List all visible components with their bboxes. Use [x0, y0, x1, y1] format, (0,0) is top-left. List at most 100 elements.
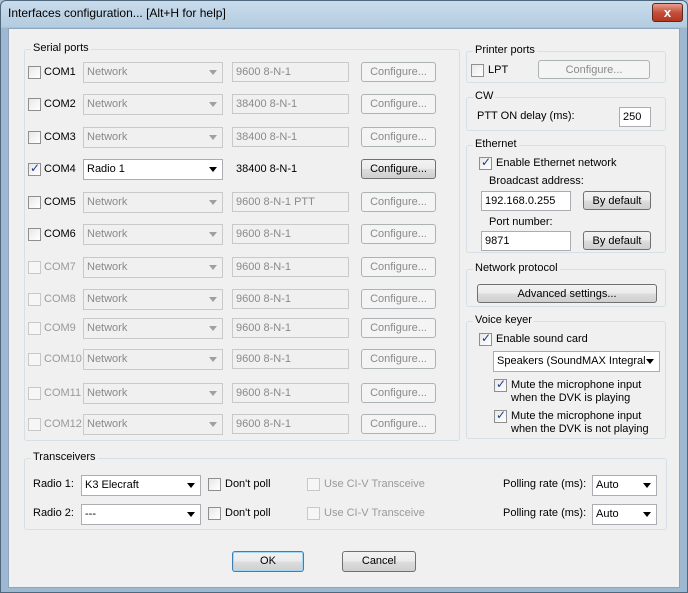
- com-port-checkbox[interactable]: [28, 131, 41, 144]
- radio-model-select[interactable]: ---: [81, 504, 201, 525]
- com-port-checkbox[interactable]: [28, 293, 41, 306]
- com-port-checkbox[interactable]: [28, 418, 41, 431]
- cancel-button[interactable]: Cancel: [342, 551, 416, 572]
- com-port-checkbox[interactable]: [28, 322, 41, 335]
- port-number-input[interactable]: 9871: [481, 231, 571, 251]
- ci-v-transceive-label: Use CI-V Transceive: [324, 507, 425, 519]
- port-number-label: Port number:: [489, 216, 553, 228]
- com-port-device-select[interactable]: Network: [83, 224, 223, 245]
- com-port-settings: 9600 8-N-1 PTT: [232, 192, 349, 212]
- com-port-checkbox[interactable]: [28, 261, 41, 274]
- com-port-device-select[interactable]: Network: [83, 289, 223, 310]
- polling-rate-label: Polling rate (ms):: [503, 507, 587, 519]
- chevron-down-icon: [209, 70, 217, 75]
- com-port-label: COM8: [44, 293, 76, 305]
- com-port-configure-button[interactable]: Configure...: [361, 224, 436, 244]
- polling-rate-select[interactable]: Auto: [592, 475, 657, 496]
- com-port-configure-button[interactable]: Configure...: [361, 289, 436, 309]
- com-port-label: COM9: [44, 322, 76, 334]
- com-port-device-select[interactable]: Network: [83, 127, 223, 148]
- sound-device-select[interactable]: Speakers (SoundMAX Integral: [493, 351, 660, 372]
- com-port-configure-button[interactable]: Configure...: [361, 414, 436, 434]
- com-port-device-select[interactable]: Network: [83, 192, 223, 213]
- radio-label: Radio 2:: [33, 507, 74, 519]
- ci-v-transceive-checkbox[interactable]: [307, 478, 320, 491]
- serial-ports-group: Serial ports COM1 Network 9600 8-N-1 Config…: [24, 42, 460, 441]
- close-button[interactable]: x: [652, 3, 683, 22]
- com-port-checkbox[interactable]: [28, 66, 41, 79]
- mute-playing-checkbox[interactable]: [494, 377, 507, 392]
- advanced-settings-button[interactable]: Advanced settings...: [477, 284, 657, 303]
- com-port-label: COM1: [44, 66, 76, 78]
- com-port-label: COM4: [44, 163, 76, 175]
- polling-rate-select[interactable]: Auto: [592, 504, 657, 525]
- radio-model-value: K3 Elecraft: [85, 479, 139, 491]
- com-port-device-select[interactable]: Network: [83, 257, 223, 278]
- broadcast-address-input[interactable]: 192.168.0.255: [481, 191, 571, 211]
- broadcast-default-button[interactable]: By default: [583, 191, 651, 210]
- mute-playing-label-line1: Mute the microphone input: [511, 379, 642, 391]
- com-port-checkbox[interactable]: [28, 353, 41, 366]
- mute-not-playing-label-line1: Mute the microphone input: [511, 410, 642, 422]
- cw-group: CW PTT ON delay (ms): 250: [466, 90, 666, 131]
- com-port-configure-button[interactable]: Configure...: [361, 127, 436, 147]
- com-port-device-select[interactable]: Network: [83, 62, 223, 83]
- com-port-device-select[interactable]: Network: [83, 383, 223, 404]
- com-port-configure-button[interactable]: Configure...: [361, 318, 436, 338]
- com-port-settings: 9600 8-N-1: [232, 349, 349, 369]
- com-port-device-select[interactable]: Network: [83, 94, 223, 115]
- com-port-configure-button[interactable]: Configure...: [361, 383, 436, 403]
- com-port-label: COM10: [44, 353, 82, 365]
- enable-ethernet-checkbox[interactable]: [479, 155, 492, 170]
- ethernet-title: Ethernet: [473, 138, 519, 150]
- com-port-device-value: Network: [87, 293, 128, 305]
- com-port-configure-button[interactable]: Configure...: [361, 257, 436, 277]
- mute-playing-label-line2: when the DVK is playing: [511, 392, 631, 404]
- com-port-settings: 38400 8-N-1: [236, 163, 298, 175]
- lpt-checkbox[interactable]: [471, 64, 484, 77]
- ptt-delay-input[interactable]: 250: [619, 107, 651, 127]
- port-default-button[interactable]: By default: [583, 231, 651, 250]
- chevron-down-icon: [209, 297, 217, 302]
- ok-button[interactable]: OK: [232, 551, 304, 572]
- chevron-down-icon: [209, 265, 217, 270]
- chevron-down-icon: [643, 512, 651, 517]
- com-port-device-select[interactable]: Network: [83, 318, 223, 339]
- voice-keyer-title: Voice keyer: [473, 314, 534, 326]
- printer-ports-group: Printer ports LPT Configure...: [466, 44, 666, 83]
- chevron-down-icon: [209, 232, 217, 237]
- dont-poll-checkbox[interactable]: [208, 507, 221, 520]
- network-protocol-title: Network protocol: [473, 262, 560, 274]
- mute-not-playing-checkbox[interactable]: [494, 408, 507, 423]
- com-port-checkbox[interactable]: [28, 228, 41, 241]
- com-port-device-value: Network: [87, 418, 128, 430]
- ci-v-transceive-checkbox[interactable]: [307, 507, 320, 520]
- com-port-checkbox[interactable]: [28, 196, 41, 209]
- title-bar[interactable]: Interfaces configuration... [Alt+H for h…: [1, 1, 687, 27]
- com-port-device-select[interactable]: Radio 1: [83, 159, 223, 180]
- com-port-configure-button[interactable]: Configure...: [361, 62, 436, 82]
- com-port-checkbox[interactable]: [28, 98, 41, 111]
- com-port-device-value: Network: [87, 98, 128, 110]
- dialog-window: Interfaces configuration... [Alt+H for h…: [0, 0, 688, 593]
- lpt-configure-button[interactable]: Configure...: [538, 60, 650, 79]
- com-port-configure-button[interactable]: Configure...: [361, 192, 436, 212]
- com-port-checkbox[interactable]: [28, 161, 41, 176]
- com-port-label: COM3: [44, 131, 76, 143]
- sound-device-value: Speakers (SoundMAX Integral: [497, 355, 646, 367]
- com-port-device-select[interactable]: Network: [83, 349, 223, 370]
- dont-poll-checkbox[interactable]: [208, 478, 221, 491]
- chevron-down-icon: [643, 483, 651, 488]
- com-port-configure-button[interactable]: Configure...: [361, 159, 436, 179]
- chevron-down-icon: [209, 326, 217, 331]
- com-port-label: COM7: [44, 261, 76, 273]
- transceivers-title: Transceivers: [31, 451, 98, 463]
- chevron-down-icon: [187, 512, 195, 517]
- com-port-device-select[interactable]: Network: [83, 414, 223, 435]
- radio-model-select[interactable]: K3 Elecraft: [81, 475, 201, 496]
- com-port-settings: 9600 8-N-1: [232, 62, 349, 82]
- com-port-configure-button[interactable]: Configure...: [361, 349, 436, 369]
- enable-sound-card-checkbox[interactable]: [479, 331, 492, 346]
- com-port-configure-button[interactable]: Configure...: [361, 94, 436, 114]
- com-port-checkbox[interactable]: [28, 387, 41, 400]
